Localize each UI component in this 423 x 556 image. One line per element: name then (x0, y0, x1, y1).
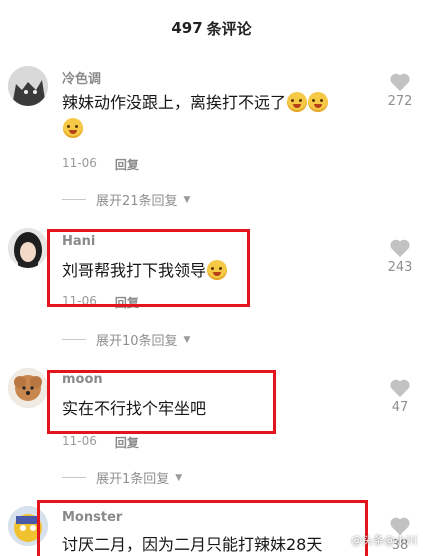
reply-button[interactable]: 回复 (115, 434, 139, 451)
comment-count: 497 (171, 19, 203, 37)
highlight-box (37, 500, 368, 556)
comments-header: 497 条评论 (0, 0, 423, 56)
like-count: 243 (387, 260, 413, 275)
comment-date: 11-06 (62, 434, 97, 448)
caret-down-icon: ▼ (183, 194, 191, 205)
emoji-icon (308, 92, 329, 112)
comment-date: 11-06 (62, 156, 97, 170)
poodle-avatar-icon[interactable] (8, 368, 48, 408)
reply-button[interactable]: 回复 (115, 156, 139, 173)
comments-panel: 497 条评论 冷色调 辣妹动作没跟上，离挨打不远了 11-06 回复 展开21… (0, 0, 423, 556)
heart-icon (390, 73, 410, 92)
caret-down-icon: ▼ (175, 472, 183, 483)
divider-line (62, 477, 86, 478)
comment-username[interactable]: 冷色调 (62, 68, 101, 87)
like-button[interactable]: 47 (380, 378, 420, 415)
heart-icon (390, 379, 410, 398)
divider-line (62, 199, 86, 200)
like-count: 272 (387, 94, 413, 109)
expand-replies-label: 展开21条回复 (96, 194, 178, 209)
expand-replies-button[interactable]: 展开10条回复 ▼ (62, 330, 190, 349)
watermark-text: @头条@小川 (351, 534, 417, 547)
comment-count-label: 条评论 (206, 19, 252, 38)
comment-meta: 11-06 回复 (62, 434, 139, 451)
expand-replies-button[interactable]: 展开21条回复 ▼ (62, 190, 190, 209)
emoji-icon (287, 92, 308, 112)
expand-replies-button[interactable]: 展开1条回复 ▼ (62, 468, 182, 487)
like-button[interactable]: 272 (380, 72, 420, 109)
comment-item: 冷色调 辣妹动作没跟上，离挨打不远了 11-06 回复 展开21条回复 ▼ 27… (0, 60, 423, 215)
emoji-icon (63, 118, 83, 138)
comment-meta: 11-06 回复 (62, 156, 139, 173)
comment-text-line: 辣妹动作没跟上，离挨打不远了 (62, 93, 287, 112)
highlight-box (47, 229, 250, 307)
highlight-box (47, 370, 276, 434)
girl-avatar-icon[interactable] (8, 228, 48, 268)
cat-avatar-icon[interactable] (8, 66, 48, 106)
heart-icon (390, 239, 410, 258)
comment-text: 辣妹动作没跟上，离挨打不远了 (62, 90, 372, 142)
expand-replies-label: 展开1条回复 (96, 472, 170, 487)
like-button[interactable]: 243 (380, 238, 420, 275)
expand-replies-label: 展开10条回复 (96, 334, 178, 349)
like-count: 47 (391, 400, 409, 415)
caret-down-icon: ▼ (183, 334, 191, 345)
divider-line (62, 339, 86, 340)
